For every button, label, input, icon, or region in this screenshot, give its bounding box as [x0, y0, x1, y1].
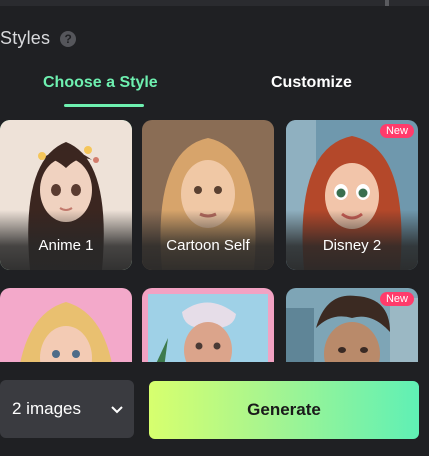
generate-button[interactable]: Generate: [149, 381, 419, 439]
new-badge: New: [379, 124, 414, 138]
image-count-value: 2 images: [12, 399, 81, 418]
style-card-cartoon-self[interactable]: Cartoon Self: [142, 120, 274, 270]
chevron-down-icon: [111, 406, 123, 414]
top-divider: [0, 0, 429, 6]
style-label: Cartoon Self: [166, 237, 250, 254]
style-card-anime-1[interactable]: Anime 1: [0, 120, 132, 270]
style-card-disney-2[interactable]: New Disney 2: [286, 120, 418, 270]
style-label: Disney 2: [322, 237, 382, 254]
new-badge: New: [379, 292, 414, 306]
styles-header: Styles ?: [0, 28, 77, 49]
top-divider-gap: [385, 0, 389, 6]
active-tab-indicator: [64, 104, 144, 107]
help-icon[interactable]: ?: [60, 30, 77, 47]
style-tabs: Choose a Style Customize: [0, 74, 429, 110]
image-count-select[interactable]: 2 images: [0, 380, 134, 438]
style-label: Anime 1: [38, 237, 94, 254]
tab-customize[interactable]: Customize: [271, 74, 352, 92]
generate-bar: 2 images Generate: [0, 362, 429, 456]
tab-choose-style[interactable]: Choose a Style: [43, 74, 158, 92]
section-title: Styles: [0, 28, 51, 48]
generate-button-label: Generate: [247, 400, 321, 419]
